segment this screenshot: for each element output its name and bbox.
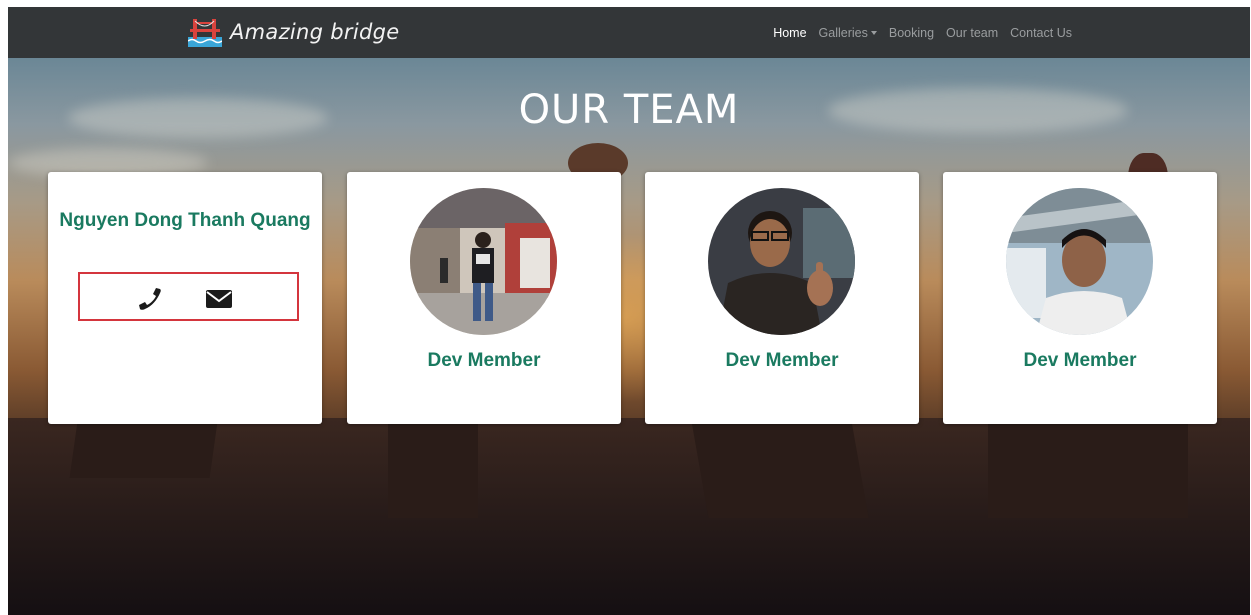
navbar: Amazing bridge Home Galleries Booking Ou… <box>8 7 1250 58</box>
avatar-photo <box>708 188 855 335</box>
nav-contact-us-link[interactable]: Contact Us <box>1004 26 1078 40</box>
nav-galleries-dropdown[interactable]: Galleries <box>813 26 883 40</box>
member-role: Dev Member <box>1023 350 1137 371</box>
page-frame: Amazing bridge Home Galleries Booking Ou… <box>8 7 1250 615</box>
envelope-icon[interactable] <box>205 287 233 311</box>
avatar-photo <box>410 188 557 335</box>
team-card: Nguyen Dong Thanh Quang <box>48 172 322 424</box>
bridge-logo-icon <box>188 19 222 47</box>
brand-name: Amazing bridge <box>230 20 400 44</box>
nav-our-team-link[interactable]: Our team <box>940 26 1004 40</box>
page-title: OUR TEAM <box>518 87 740 133</box>
team-card: Dev Member <box>645 172 919 424</box>
member-name: Nguyen Dong Thanh Quang <box>59 210 311 231</box>
member-role: Dev Member <box>427 350 541 371</box>
caret-down-icon <box>870 31 877 35</box>
phone-icon[interactable] <box>137 287 165 311</box>
member-avatar <box>1006 188 1153 335</box>
avatar-photo <box>1006 188 1153 335</box>
contact-links-box <box>78 272 299 321</box>
team-card: Dev Member <box>943 172 1217 424</box>
nav-menu: Home Galleries Booking Our team Contact … <box>767 7 1078 58</box>
member-avatar <box>708 188 855 335</box>
brand-link[interactable]: Amazing bridge <box>188 16 399 48</box>
member-avatar <box>410 188 557 335</box>
nav-galleries-label: Galleries <box>818 25 868 40</box>
team-card: Dev Member <box>347 172 621 424</box>
nav-booking-link[interactable]: Booking <box>883 26 940 40</box>
member-role: Dev Member <box>725 350 839 371</box>
nav-home-link[interactable]: Home <box>767 26 812 40</box>
